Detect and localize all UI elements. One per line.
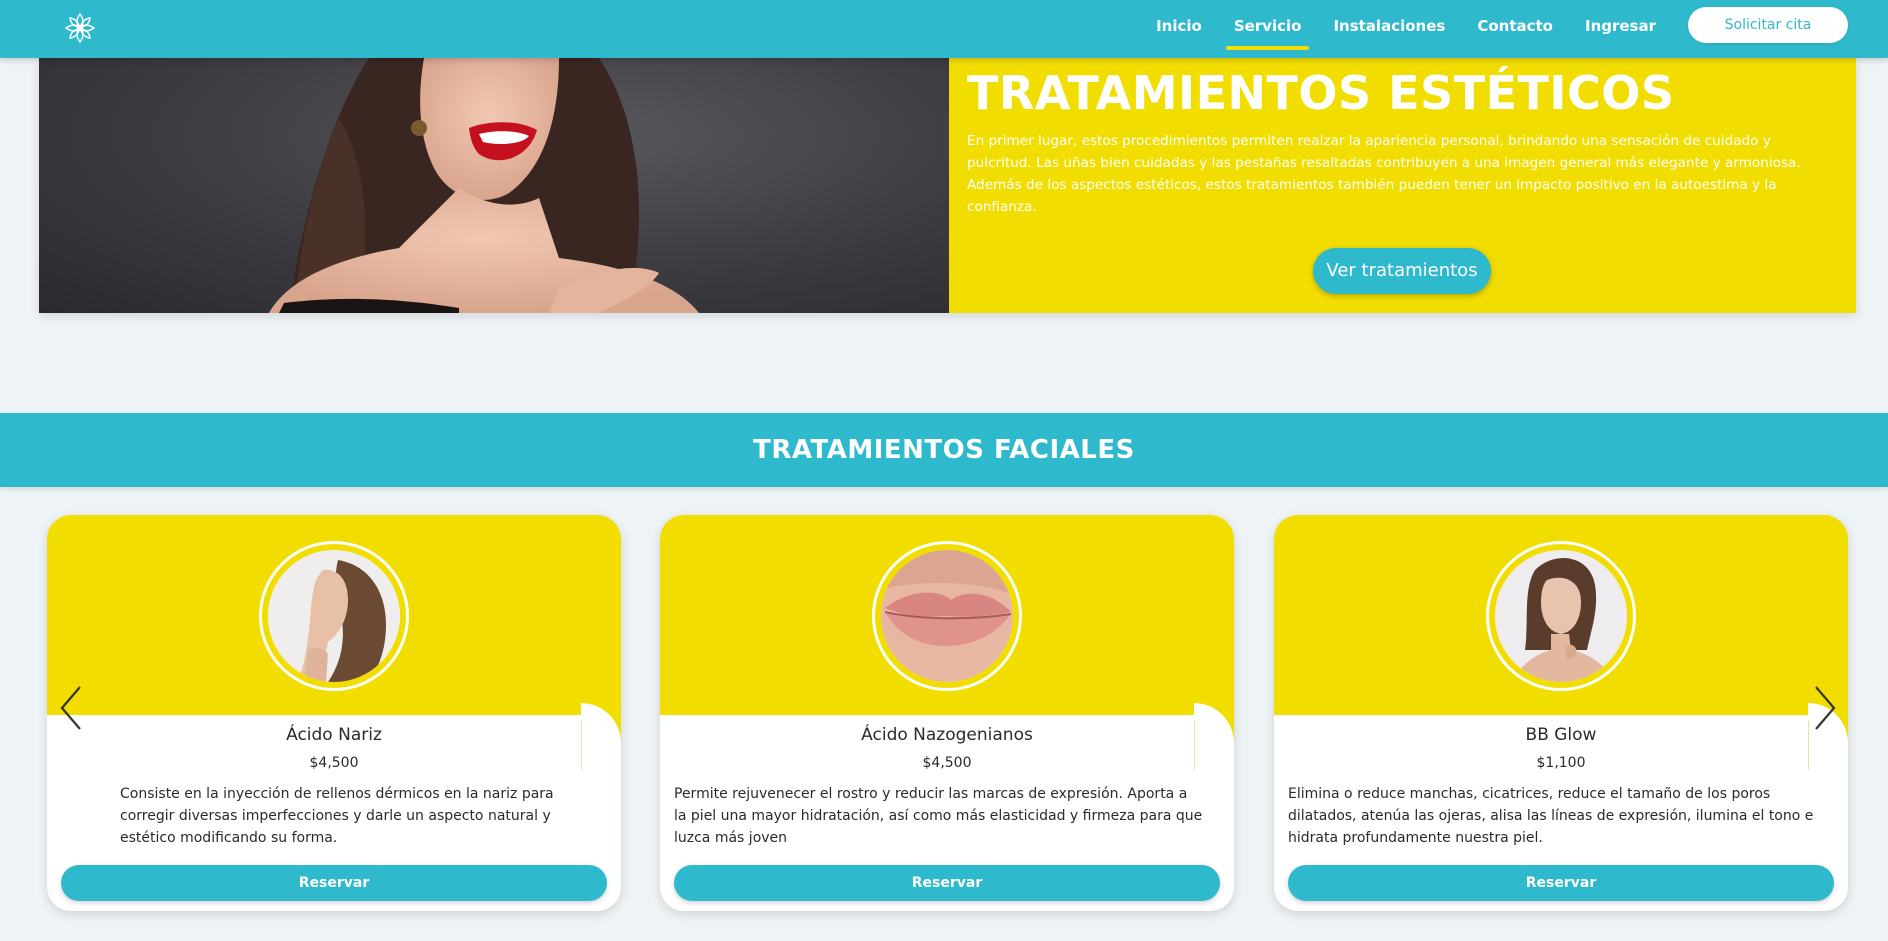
hero-description: En primer lugar, estos procedimientos pe… xyxy=(967,133,1801,215)
card-description: Permite rejuvenecer el rostro y reducir … xyxy=(674,786,1203,846)
card-price: $1,100 xyxy=(1536,755,1586,771)
lotus-flower-icon[interactable] xyxy=(60,8,100,48)
chevron-right-icon[interactable] xyxy=(1810,683,1840,733)
nav-link-servicio[interactable]: Servicio xyxy=(1225,0,1310,58)
avatar-ring xyxy=(872,541,1022,691)
card-title: Ácido Nariz xyxy=(286,725,382,745)
section-header: TRATAMIENTOS FACIALES xyxy=(0,413,1888,487)
card-title: Ácido Nazogenianos xyxy=(861,725,1033,745)
card-description: Consiste en la inyección de rellenos dér… xyxy=(120,786,554,846)
nav-link-instalaciones[interactable]: Instalaciones xyxy=(1333,0,1445,58)
reservar-button[interactable]: Reservar xyxy=(674,865,1220,901)
reservar-button[interactable]: Reservar xyxy=(61,865,607,901)
section-title: TRATAMIENTOS FACIALES xyxy=(753,435,1135,465)
treatment-image xyxy=(881,550,1013,682)
hero-image xyxy=(39,58,949,313)
nav-link-contacto[interactable]: Contacto xyxy=(1477,0,1553,58)
treatment-card: Ácido Nazogenianos $4,500 Permite rejuve… xyxy=(660,515,1234,911)
avatar-ring xyxy=(1486,541,1636,691)
treatment-card: BB Glow $1,100 Elimina o reduce manchas,… xyxy=(1274,515,1848,911)
card-price: $4,500 xyxy=(309,755,359,771)
hero-title: TRATAMIENTOS ESTÉTICOS xyxy=(967,66,1675,120)
chevron-left-icon[interactable] xyxy=(56,683,86,733)
solicitar-cita-button[interactable]: Solicitar cita xyxy=(1688,7,1848,43)
ver-tratamientos-button[interactable]: Ver tratamientos xyxy=(1313,248,1491,294)
card-price: $4,500 xyxy=(922,755,972,771)
nav-link-inicio[interactable]: Inicio xyxy=(1156,0,1202,58)
card-title: BB Glow xyxy=(1525,725,1597,745)
reservar-button[interactable]: Reservar xyxy=(1288,865,1834,901)
treatment-image xyxy=(268,550,400,682)
treatment-image xyxy=(1495,550,1627,682)
avatar-ring xyxy=(259,541,409,691)
hero-section: TRATAMIENTOS ESTÉTICOS En primer lugar, … xyxy=(39,58,1856,313)
hero-panel: TRATAMIENTOS ESTÉTICOS En primer lugar, … xyxy=(949,58,1856,313)
nav-links: Inicio Servicio Instalaciones Contacto I… xyxy=(1156,0,1656,58)
nav-link-ingresar[interactable]: Ingresar xyxy=(1585,0,1656,58)
treatment-card: Ácido Nariz $4,500 Consiste en la inyecc… xyxy=(47,515,621,911)
navbar: Inicio Servicio Instalaciones Contacto I… xyxy=(0,0,1888,58)
card-description: Elimina o reduce manchas, cicatrices, re… xyxy=(1288,786,1814,846)
